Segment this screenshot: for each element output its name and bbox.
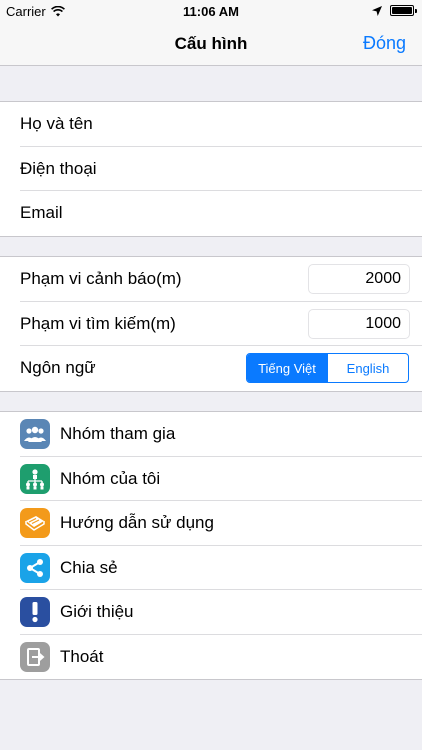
language-row: Ngôn ngữ Tiếng Việt English xyxy=(0,346,422,391)
menu-item-label: Thoát xyxy=(60,646,104,666)
my-groups-icon xyxy=(20,463,50,494)
phone-field[interactable]: Điện thoại xyxy=(0,147,422,191)
menu-section: Nhóm tham gia Nhóm của tôi Hướng dẫn sử … xyxy=(0,411,422,680)
menu-item-logout[interactable]: Thoát xyxy=(0,635,422,680)
language-label: Ngôn ngữ xyxy=(20,358,96,378)
menu-item-joined-groups[interactable]: Nhóm tham gia xyxy=(0,412,422,457)
menu-item-user-guide[interactable]: Hướng dẫn sử dụng xyxy=(0,501,422,546)
email-field[interactable]: Email xyxy=(0,191,422,236)
menu-item-my-groups[interactable]: Nhóm của tôi xyxy=(0,457,422,501)
menu-item-label: Chia sẻ xyxy=(60,557,118,577)
status-bar: Carrier 11:06 AM xyxy=(0,0,422,22)
menu-item-label: Giới thiệu xyxy=(60,602,134,622)
alert-range-label: Phạm vi cảnh báo(m) xyxy=(20,269,182,289)
logout-icon xyxy=(20,641,50,672)
joined-groups-icon xyxy=(20,419,50,450)
language-option-english[interactable]: English xyxy=(327,354,408,382)
settings-section: Phạm vi cảnh báo(m) 2000 Phạm vi tìm kiế… xyxy=(0,256,422,392)
location-arrow-icon xyxy=(372,5,382,16)
email-label: Email xyxy=(20,203,63,223)
menu-item-label: Hướng dẫn sử dụng xyxy=(60,513,214,533)
phone-label: Điện thoại xyxy=(20,158,97,178)
search-range-label: Phạm vi tìm kiếm(m) xyxy=(20,313,176,333)
share-icon xyxy=(20,552,50,583)
menu-item-label: Nhóm của tôi xyxy=(60,468,161,488)
page-title: Cấu hình xyxy=(174,34,248,53)
language-option-vietnamese[interactable]: Tiếng Việt xyxy=(247,354,327,382)
name-label: Họ và tên xyxy=(20,114,93,134)
profile-section: Họ và tên Điện thoại Email xyxy=(0,101,422,237)
battery-icon xyxy=(390,5,417,16)
menu-item-label: Nhóm tham gia xyxy=(60,424,176,444)
close-button[interactable]: Đóng xyxy=(363,33,406,54)
menu-item-about[interactable]: Giới thiệu xyxy=(0,590,422,635)
guide-book-icon xyxy=(20,508,50,539)
alert-range-row: Phạm vi cảnh báo(m) 2000 xyxy=(0,257,422,302)
status-time: 11:06 AM xyxy=(183,4,239,19)
info-icon xyxy=(20,597,50,628)
status-right xyxy=(372,5,417,16)
menu-item-share[interactable]: Chia sẻ xyxy=(0,546,422,590)
search-range-input[interactable]: 1000 xyxy=(308,308,410,339)
language-segmented-control[interactable]: Tiếng Việt English xyxy=(246,353,409,383)
navigation-bar: Cấu hình Đóng xyxy=(0,22,422,66)
search-range-row: Phạm vi tìm kiếm(m) 1000 xyxy=(0,302,422,346)
alert-range-input[interactable]: 2000 xyxy=(308,264,410,294)
name-field[interactable]: Họ và tên xyxy=(0,102,422,147)
